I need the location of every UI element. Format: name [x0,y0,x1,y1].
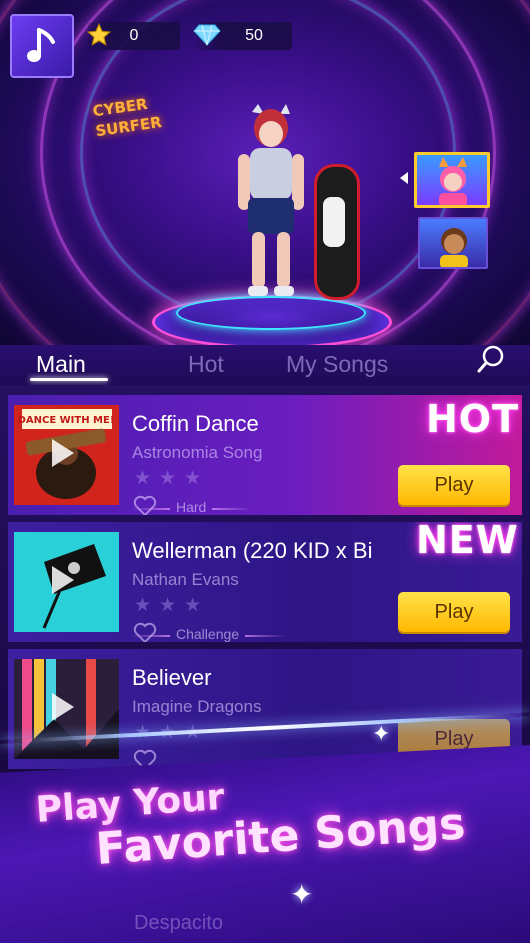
difficulty-label: Hard [129,499,254,515]
cyber-surfer-sign: CYBER SURFER [91,95,163,141]
song-title-partial: Despacito [134,912,223,934]
song-row[interactable]: DANCE WITH ME! Coffin Dance Astronomia S… [8,395,522,515]
music-note-icon [27,28,55,62]
star-icon [84,20,114,50]
hot-badge: HOT [426,397,520,441]
song-row[interactable]: Wellerman (220 KID x Bi Nathan Evans ★★★… [8,522,522,642]
tab-my-songs[interactable]: My Songs [286,351,388,378]
gems-counter[interactable]: 50 [193,22,292,50]
song-artist: Nathan Evans [132,570,239,589]
avatar-option-boy[interactable] [418,217,488,269]
tab-bar: Main Hot My Songs [0,345,530,385]
player-character[interactable] [222,104,312,300]
star-rating: ★★★ [134,594,210,616]
play-button[interactable]: Play [398,592,510,632]
song-thumbnail[interactable] [14,659,119,759]
new-badge: NEW [416,522,519,562]
song-thumbnail[interactable] [14,532,119,632]
tab-main[interactable]: Main [36,351,86,378]
thumb-caption: DANCE WITH ME! [18,415,115,426]
difficulty-label: Challenge [129,626,286,642]
active-tab-indicator [30,378,108,381]
song-thumbnail[interactable]: DANCE WITH ME! [14,405,119,505]
tab-hot[interactable]: Hot [188,351,224,378]
music-menu-button[interactable] [10,14,74,78]
play-preview-icon[interactable] [52,439,74,467]
heart-icon[interactable] [133,622,157,642]
play-preview-icon[interactable] [52,566,74,594]
song-title: Wellerman (220 KID x Bi [132,538,373,563]
play-preview-icon[interactable] [52,693,74,721]
arrow-left-icon [400,172,408,184]
sparkle-icon: ✦ [290,878,314,911]
sparkle-icon: ✦ [372,722,391,747]
hero-stage-area: CYBER SURFER [0,0,530,345]
star-rating: ★★★ [134,467,210,489]
diamond-icon [192,20,222,50]
avatar-option-fox-girl[interactable] [414,152,490,208]
song-title: Coffin Dance [132,411,259,436]
search-icon[interactable] [476,344,506,374]
heart-icon[interactable] [133,495,157,515]
song-artist: Imagine Dragons [132,697,262,716]
skateboard [314,164,360,300]
play-button[interactable]: Play [398,465,510,505]
stars-counter: 0 [86,22,180,50]
song-artist: Astronomia Song [132,443,263,462]
character-stage-ring [176,296,366,330]
song-title: Believer [132,665,212,690]
